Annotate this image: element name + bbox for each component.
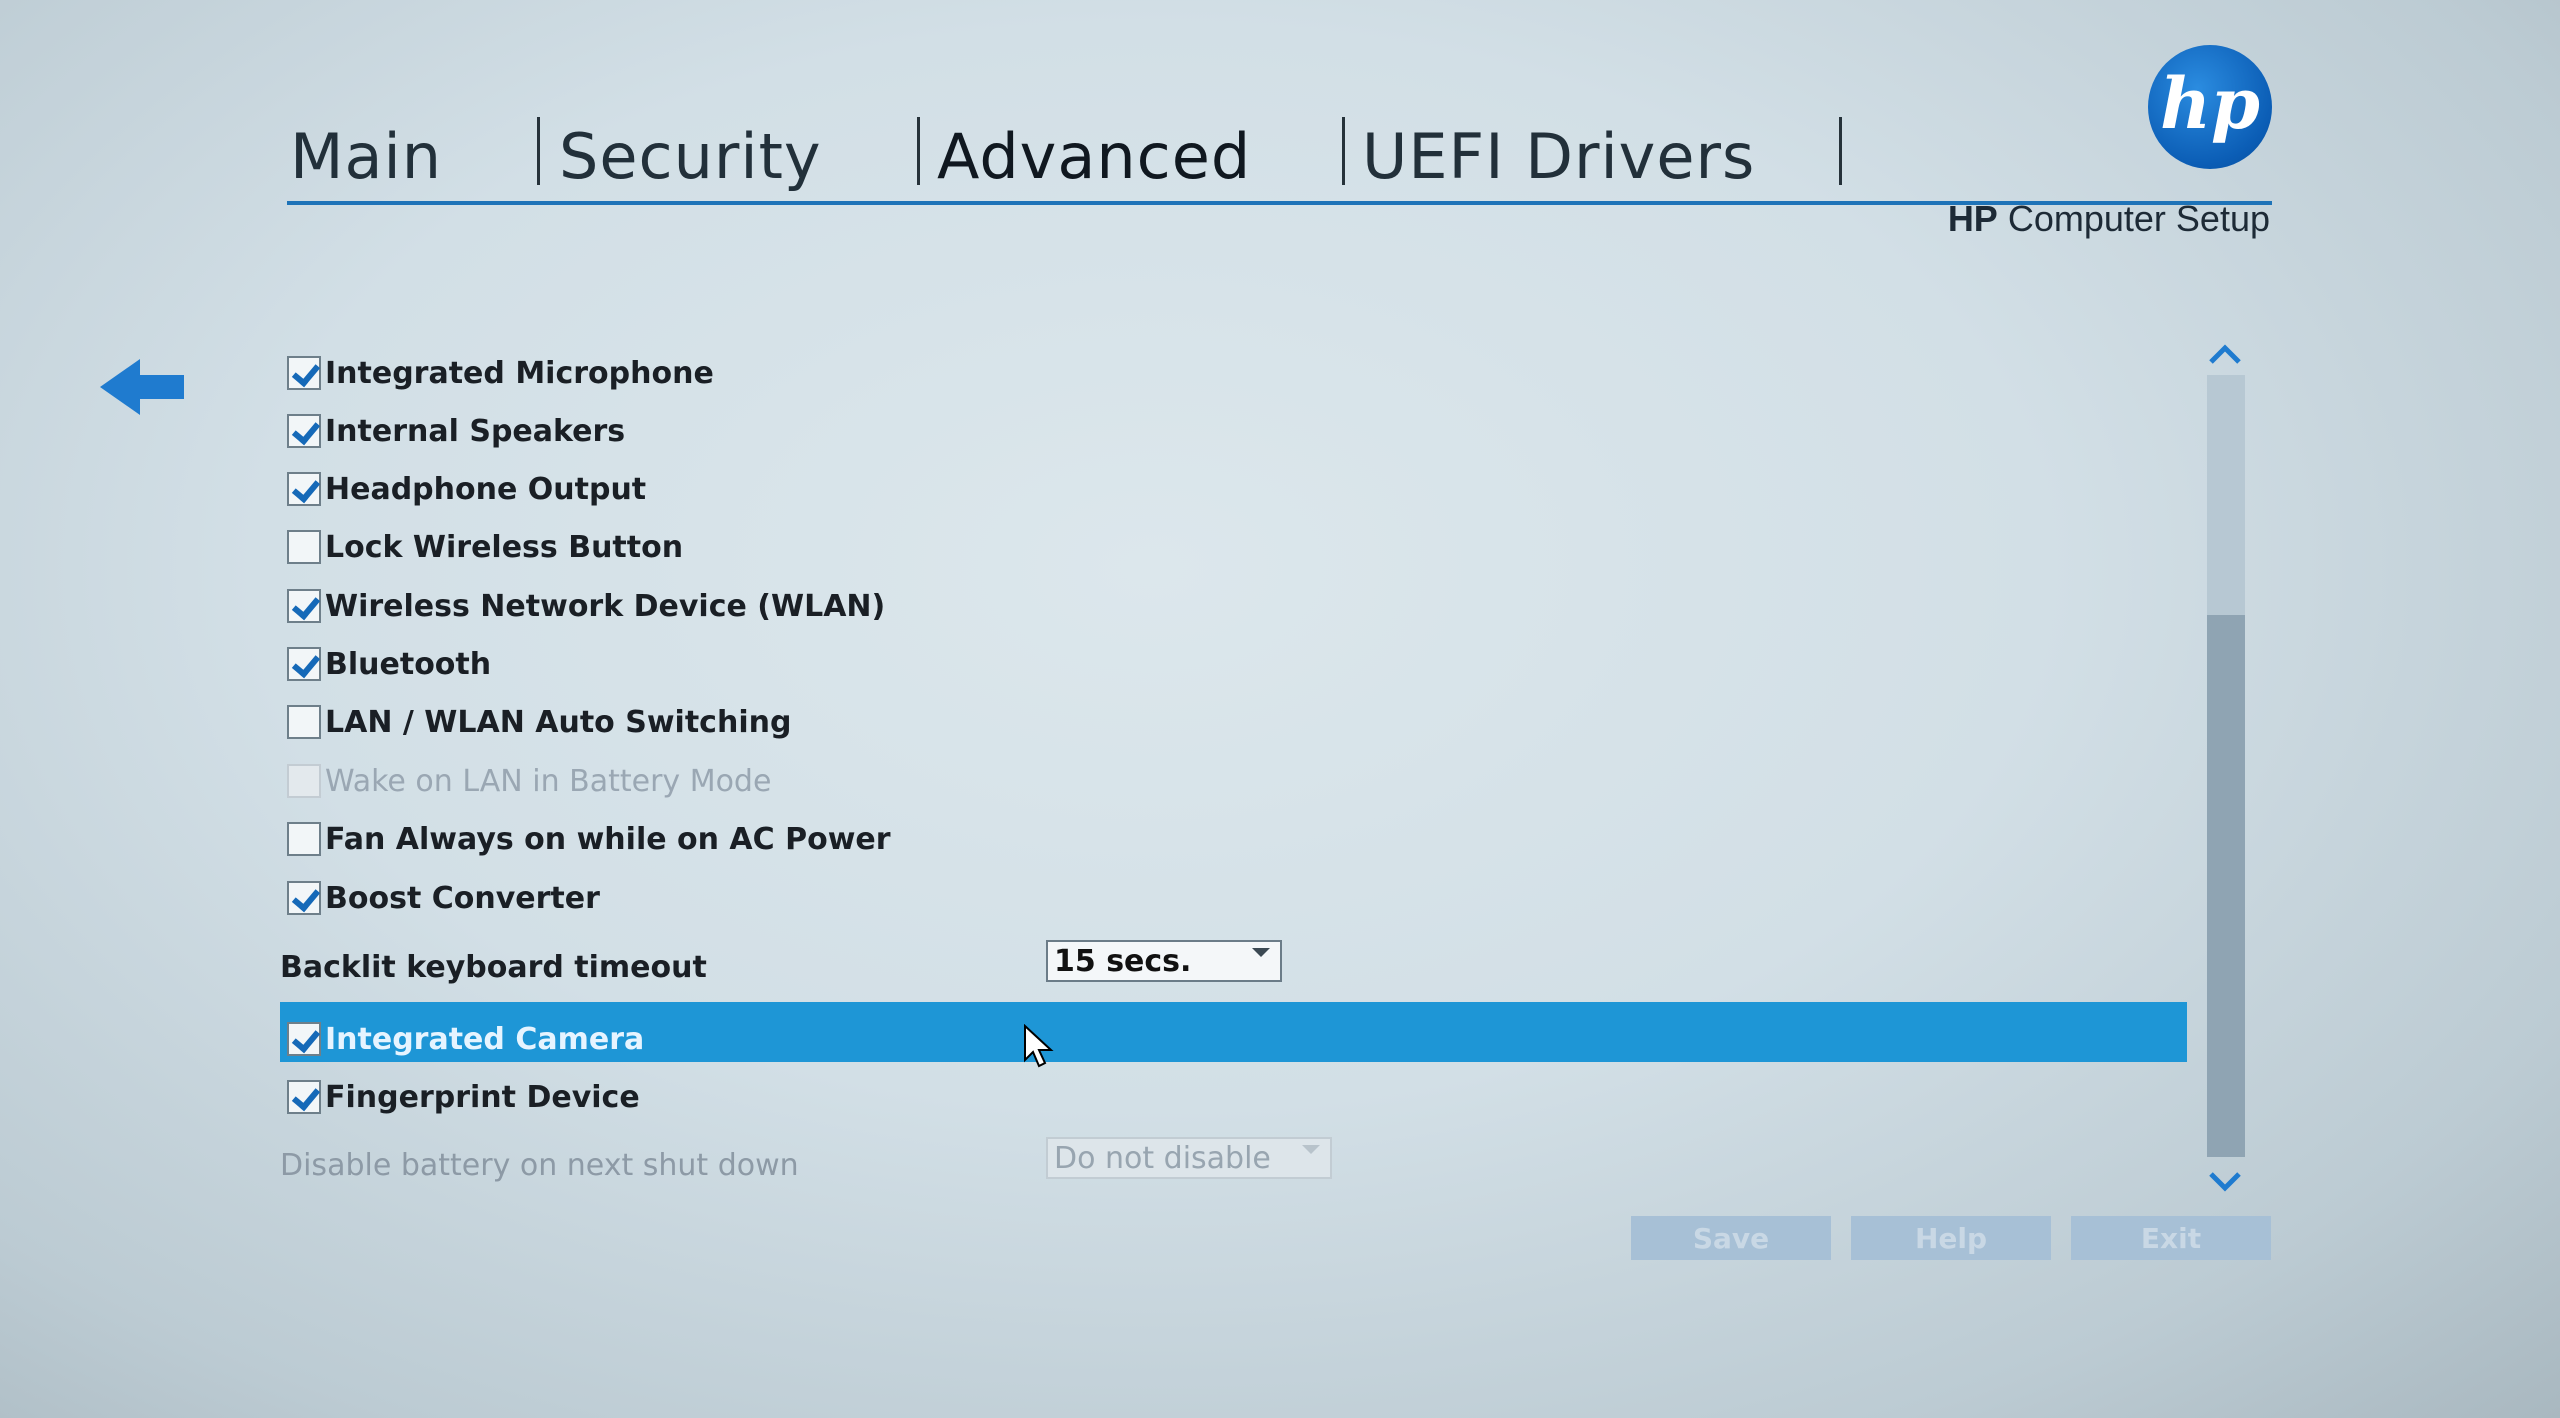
tab-separator (1342, 117, 1345, 185)
option-bluetooth[interactable]: Bluetooth (287, 636, 491, 692)
option-fingerprint-device[interactable]: Fingerprint Device (287, 1069, 640, 1125)
left-arrow-icon[interactable] (100, 355, 186, 419)
product-name: Computer Setup (2007, 198, 2270, 239)
option-lan-wlan-auto-switching[interactable]: LAN / WLAN Auto Switching (287, 694, 791, 750)
scrollbar-thumb[interactable] (2207, 615, 2245, 1157)
checkbox[interactable] (287, 1080, 321, 1114)
chevron-down-icon (1252, 948, 1270, 957)
option-wlan[interactable]: Wireless Network Device (WLAN) (287, 578, 885, 634)
checkbox (287, 764, 321, 798)
tab-separator (537, 117, 540, 185)
mouse-cursor-icon (1024, 1024, 1054, 1068)
checkbox[interactable] (287, 356, 321, 390)
option-fan-always-on[interactable]: Fan Always on while on AC Power (287, 811, 891, 867)
chevron-down-icon (1302, 1145, 1320, 1154)
tab-bar: Main Security Advanced UEFI Drivers (287, 95, 2272, 205)
exit-button[interactable]: Exit (2071, 1216, 2271, 1260)
battery-disable-label: Disable battery on next shut down (280, 1148, 799, 1183)
product-brand: HP (1947, 198, 1998, 239)
backlit-keyboard-label: Backlit keyboard timeout (280, 950, 707, 985)
product-title: HP Computer Setup (1948, 198, 2270, 240)
tab-security[interactable]: Security (559, 120, 822, 193)
checkbox[interactable] (287, 647, 321, 681)
scroll-up-icon[interactable] (2207, 340, 2243, 370)
checkbox[interactable] (287, 589, 321, 623)
tab-main[interactable]: Main (290, 120, 442, 193)
scroll-down-icon[interactable] (2207, 1166, 2243, 1196)
backlit-timeout-select[interactable]: 15 secs. (1046, 940, 1282, 982)
tab-separator (1839, 117, 1842, 185)
checkbox[interactable] (287, 881, 321, 915)
checkbox[interactable] (287, 1022, 321, 1056)
option-lock-wireless-button[interactable]: Lock Wireless Button (287, 519, 683, 575)
hp-logo: hp (2148, 45, 2272, 169)
tab-uefi-drivers[interactable]: UEFI Drivers (1362, 120, 1755, 193)
checkbox[interactable] (287, 530, 321, 564)
option-headphone-output[interactable]: Headphone Output (287, 461, 646, 517)
option-internal-speakers[interactable]: Internal Speakers (287, 403, 625, 459)
option-integrated-microphone[interactable]: Integrated Microphone (287, 345, 714, 401)
option-wake-on-lan-battery: Wake on LAN in Battery Mode (287, 753, 771, 809)
tab-separator (917, 117, 920, 185)
option-boost-converter[interactable]: Boost Converter (287, 870, 600, 926)
checkbox[interactable] (287, 822, 321, 856)
tab-advanced[interactable]: Advanced (937, 120, 1251, 193)
save-button[interactable]: Save (1631, 1216, 1831, 1260)
help-button[interactable]: Help (1851, 1216, 2051, 1260)
battery-disable-select: Do not disable (1046, 1137, 1332, 1179)
checkbox[interactable] (287, 472, 321, 506)
option-integrated-camera[interactable]: Integrated Camera (287, 1011, 644, 1067)
checkbox[interactable] (287, 414, 321, 448)
checkbox[interactable] (287, 705, 321, 739)
